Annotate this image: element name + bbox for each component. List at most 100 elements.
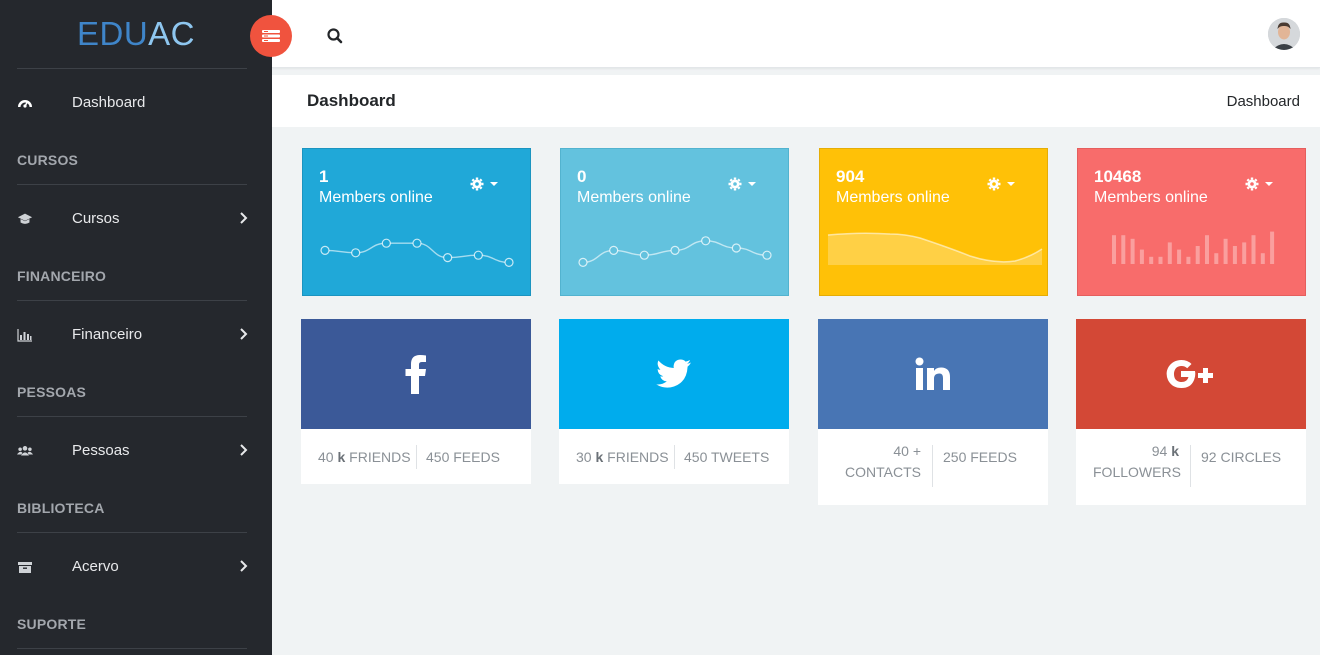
settings-dropdown-icon[interactable] <box>1244 176 1278 192</box>
stat-primary: 40 + CONTACTS <box>835 441 921 483</box>
google-plus-icon <box>1166 360 1213 388</box>
stat-value: 904 <box>836 167 865 186</box>
stat-text: FOLLOWERS <box>1093 464 1181 480</box>
sidebar-toggle-button[interactable] <box>250 15 292 57</box>
bar <box>1232 246 1237 264</box>
stat-number: 94 <box>1151 443 1168 459</box>
chevron-right-icon <box>240 560 248 572</box>
sparkline-point <box>701 236 711 246</box>
bar <box>1139 249 1144 264</box>
sparkline-point <box>504 257 514 268</box>
facebook-icon <box>405 355 426 394</box>
divider <box>17 300 247 301</box>
section-title: FINANCEIRO <box>17 268 107 284</box>
settings-dropdown-icon[interactable] <box>727 176 761 192</box>
search-icon[interactable] <box>326 27 344 45</box>
stat-primary: 94 k FOLLOWERS <box>1093 441 1181 483</box>
sidebar: EDUAC Dashboard CURSOS Cursos FINANCEIRO… <box>0 0 272 655</box>
area-chart <box>827 232 1043 265</box>
dashboard-icon <box>18 100 32 108</box>
sidebar-item-label: Cursos <box>72 210 120 227</box>
section-title: BIBLIOTECA <box>17 500 105 516</box>
stat-number: 40 + <box>893 443 921 459</box>
stat-label: Members online <box>1094 189 1208 206</box>
bar <box>1242 242 1247 264</box>
sparkline-point <box>443 252 453 263</box>
stat-number: 30 <box>576 449 592 465</box>
stat-text: CONTACTS <box>845 464 921 480</box>
stat-unit: k <box>1171 443 1179 459</box>
bar <box>1112 235 1116 264</box>
stat-secondary: 250 FEEDS <box>943 449 1017 465</box>
sidebar-item-financeiro[interactable]: Financeiro <box>0 310 272 360</box>
sparkline-point <box>473 250 483 260</box>
social-card-stats: 30 k FRIENDS 450 TWEETS <box>559 429 789 484</box>
divider <box>17 532 247 533</box>
social-card-header[interactable] <box>818 319 1048 429</box>
bar <box>1223 238 1228 264</box>
sparkline-point <box>731 243 741 253</box>
divider <box>17 184 247 185</box>
bar <box>1121 235 1126 264</box>
stat-unit: k <box>337 449 346 465</box>
graduation-cap-icon <box>17 213 33 224</box>
stat-value: 10468 <box>1094 167 1142 186</box>
brand-part1: EDU <box>76 15 149 52</box>
stat-number: 40 <box>318 449 334 465</box>
sidebar-item-cursos[interactable]: Cursos <box>0 194 272 244</box>
social-card-header[interactable] <box>301 319 531 429</box>
sidebar-item-dashboard[interactable]: Dashboard <box>0 78 272 128</box>
chevron-right-icon <box>240 444 248 456</box>
sparkline-point <box>381 238 391 248</box>
divider <box>674 445 675 469</box>
social-card-twitter: 30 k FRIENDS 450 TWEETS <box>559 319 789 484</box>
page-header: Dashboard Dashboard <box>272 75 1320 127</box>
stat-label: Members online <box>577 189 691 206</box>
section-title: SUPORTE <box>17 616 87 632</box>
stat-primary: 30 k FRIENDS <box>576 449 669 465</box>
chevron-right-icon <box>240 328 248 340</box>
social-card-stats: 94 k FOLLOWERS 92 CIRCLES <box>1076 429 1306 505</box>
divider <box>17 648 247 649</box>
section-title: CURSOS <box>17 152 79 168</box>
menu-icon <box>262 30 280 42</box>
social-card-stats: 40 + CONTACTS 250 FEEDS <box>818 429 1048 505</box>
brand-logo[interactable]: EDUAC <box>0 0 272 68</box>
sidebar-item-pessoas[interactable]: Pessoas <box>0 426 272 476</box>
stat-value: 0 <box>577 167 587 186</box>
bar <box>1149 256 1154 264</box>
settings-dropdown-icon[interactable] <box>469 176 503 192</box>
divider <box>1190 445 1191 487</box>
area-fill <box>828 233 1042 265</box>
bar <box>1158 256 1163 264</box>
bar <box>1205 235 1209 264</box>
section-title: PESSOAS <box>17 384 87 400</box>
bar <box>1130 238 1135 264</box>
bar-chart <box>1112 231 1275 264</box>
sidebar-item-label: Dashboard <box>72 94 146 111</box>
sparkline-point <box>351 248 361 258</box>
twitter-icon <box>656 359 691 388</box>
archive-icon <box>18 562 32 573</box>
stat-primary: 40 k FRIENDS <box>318 449 411 465</box>
stat-value: 1 <box>319 167 329 186</box>
sparkline-point <box>609 245 619 255</box>
breadcrumb[interactable]: Dashboard <box>1227 93 1300 110</box>
bar <box>1260 253 1265 264</box>
stat-text: FRIENDS <box>607 449 669 465</box>
bar <box>1177 249 1182 264</box>
social-card-google-plus: 94 k FOLLOWERS 92 CIRCLES <box>1076 319 1306 505</box>
stat-label: Members online <box>836 189 950 206</box>
stat-secondary: 450 TWEETS <box>684 449 770 465</box>
social-card-header[interactable] <box>1076 319 1306 429</box>
user-avatar[interactable] <box>1268 18 1300 50</box>
social-card-header[interactable] <box>559 319 789 429</box>
linkedin-icon <box>915 357 950 390</box>
settings-dropdown-icon[interactable] <box>986 176 1020 192</box>
avatar-image <box>1268 18 1300 50</box>
page-title: Dashboard <box>307 91 396 110</box>
sparkline-point <box>762 250 772 260</box>
sidebar-item-acervo[interactable]: Acervo <box>0 542 272 592</box>
social-card-stats: 40 k FRIENDS 450 FEEDS <box>301 429 531 484</box>
stat-secondary: 92 CIRCLES <box>1201 449 1282 465</box>
